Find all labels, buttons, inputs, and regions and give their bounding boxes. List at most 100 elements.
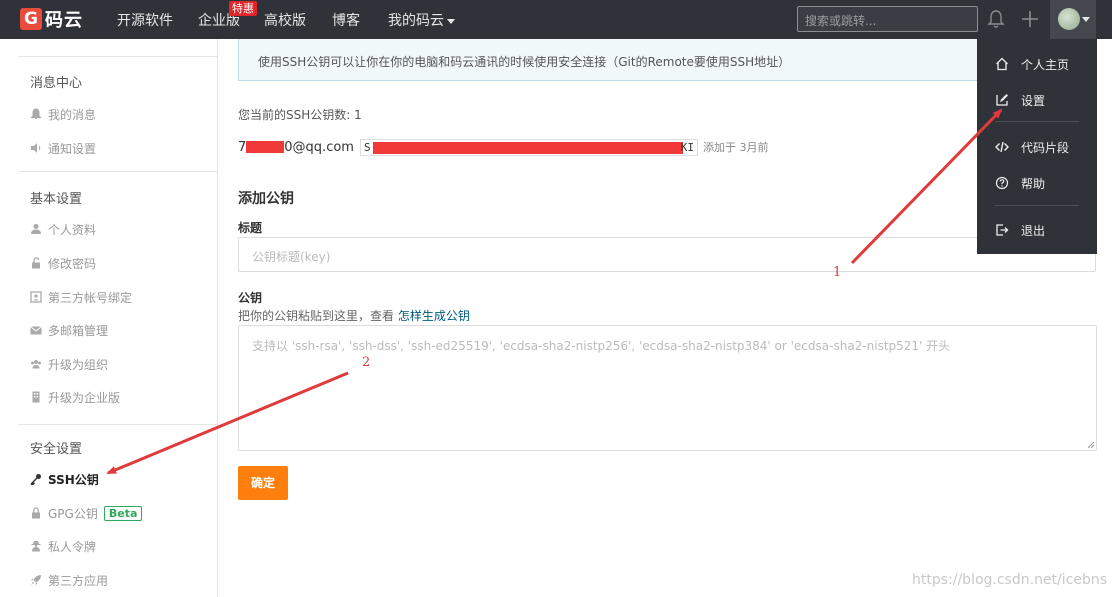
nav-blog[interactable]: 博客: [332, 10, 360, 30]
menu-item-label: 帮助: [1021, 176, 1046, 191]
sidebar-item-ssh-keys[interactable]: SSH公钥: [30, 471, 99, 487]
home-icon: [996, 57, 1008, 71]
sidebar-item-label: GPG公钥: [48, 506, 98, 521]
search-input[interactable]: 搜索或跳转...: [797, 6, 978, 32]
sidebar-item-emails[interactable]: 多邮箱管理: [30, 322, 108, 338]
nav-my-gitee-label: 我的码云: [388, 13, 444, 29]
nav-open-source[interactable]: 开源软件: [117, 10, 173, 30]
logo[interactable]: G 码云: [20, 7, 83, 31]
menu-item-snippets[interactable]: 代码片段: [995, 139, 1069, 155]
rocket-icon: [31, 575, 41, 585]
nav-university[interactable]: 高校版: [264, 10, 306, 30]
ssh-key-row: 7 0@qq.com S KI 添加于 3月前: [238, 138, 769, 156]
title-label: 标题: [238, 221, 263, 235]
key-fingerprint-start: S: [363, 140, 371, 154]
help-icon: [995, 176, 1009, 190]
key-fingerprint-end: KI: [680, 140, 694, 154]
key-icon: [30, 474, 41, 485]
chevron-down-icon: [447, 18, 455, 24]
sidebar-user-strip: [18, 39, 218, 57]
bell-icon[interactable]: [987, 9, 1005, 29]
plus-icon[interactable]: [1020, 9, 1040, 29]
sidebar-item-third-party-apps[interactable]: 第三方应用: [30, 572, 108, 588]
sidebar-item-profile[interactable]: 个人资料: [30, 221, 96, 237]
redaction-mark: [246, 141, 285, 153]
sidebar-item-label: 升级为组织: [48, 357, 109, 372]
key-email: 7 0@qq.com: [238, 140, 354, 155]
sidebar-item-gpg-keys[interactable]: GPG公钥 Beta: [30, 505, 143, 521]
section-title-messages: 消息中心: [30, 76, 83, 91]
menu-divider: [995, 205, 1079, 206]
top-nav: G 码云 开源软件 企业版 特惠 高校版 博客 我的码云 搜索或跳转...: [0, 0, 1112, 39]
sidebar-item-third-party-binding[interactable]: 第三方帐号绑定: [30, 289, 132, 305]
annotation-number-1: 1: [833, 265, 842, 280]
key-added-time: 添加于 3月前: [702, 141, 769, 154]
unlock-icon: [32, 257, 40, 269]
public-key-textarea[interactable]: 支持以 'ssh-rsa', 'ssh-dss', 'ssh-ed25519',…: [238, 325, 1097, 451]
key-hint-text: 把你的公钥粘贴到这里，查看: [238, 309, 398, 323]
sidebar-item-label: 第三方应用: [48, 573, 109, 588]
avatar: [1058, 8, 1080, 30]
sidebar-item-upgrade-org[interactable]: 升级为组织: [30, 356, 108, 372]
ssh-key-count: 您当前的SSH公钥数: 1: [238, 108, 362, 122]
sidebar-item-label: 修改密码: [48, 256, 97, 271]
sidebar-item-label: 私人令牌: [48, 539, 97, 554]
redaction-mark: [372, 141, 683, 154]
sidebar-item-label: SSH公钥: [48, 472, 99, 487]
sidebar-item-upgrade-enterprise[interactable]: 升级为企业版: [30, 389, 120, 405]
logout-icon: [996, 224, 1009, 236]
sidebar-item-private-tokens[interactable]: 私人令牌: [30, 538, 96, 554]
sidebar-item-notifications[interactable]: 通知设置: [30, 140, 96, 156]
sidebar-item-label: 第三方帐号绑定: [48, 290, 133, 305]
sidebar-item-label: 通知设置: [48, 141, 97, 156]
menu-item-label: 个人主页: [1021, 57, 1070, 72]
logo-text: 码云: [45, 10, 83, 31]
menu-item-label: 代码片段: [1021, 140, 1070, 155]
menu-item-help[interactable]: 帮助: [995, 175, 1045, 191]
key-hint: 把你的公钥粘贴到这里，查看 怎样生成公钥: [238, 307, 470, 324]
section-title-security: 安全设置: [30, 442, 83, 457]
key-email-prefix: 7: [238, 139, 247, 155]
users-icon: [31, 360, 41, 369]
resize-handle-icon[interactable]: [1086, 440, 1095, 449]
beta-badge: Beta: [103, 505, 143, 521]
user-icon: [31, 224, 41, 234]
volume-icon: [31, 143, 41, 153]
menu-item-settings[interactable]: 设置: [995, 92, 1045, 108]
public-key-placeholder: 支持以 'ssh-rsa', 'ssh-dss', 'ssh-ed25519',…: [252, 339, 951, 353]
watermark: https://blog.csdn.net/icebns: [912, 572, 1108, 588]
sidebar-item-label: 升级为企业版: [48, 390, 121, 405]
key-fingerprint: S KI: [359, 138, 698, 156]
confirm-button[interactable]: 确定: [238, 466, 288, 500]
sidebar-item-my-messages[interactable]: 我的消息: [30, 106, 96, 122]
menu-item-label: 退出: [1021, 223, 1046, 238]
settings-sidebar: 消息中心 我的消息 通知设置 基本设置 个人资料 修改密码 第三方帐号绑定 多邮…: [18, 39, 218, 597]
logo-icon: G: [20, 8, 42, 30]
sidebar-item-label: 个人资料: [48, 222, 97, 237]
menu-item-label: 设置: [1021, 93, 1046, 108]
user-menu-toggle[interactable]: [1050, 0, 1096, 39]
ssh-info-alert: 使用SSH公钥可以让你在你的电脑和码云通讯的时候使用安全连接（Git的Remot…: [238, 39, 1000, 81]
menu-item-logout[interactable]: 退出: [995, 222, 1045, 238]
menu-divider: [995, 121, 1079, 122]
edit-icon: [996, 94, 1008, 106]
lock-icon: [32, 507, 40, 519]
chevron-down-icon: [1082, 17, 1090, 22]
add-key-heading: 添加公钥: [238, 191, 294, 207]
user-dropdown-menu: 个人主页 设置 代码片段 帮助 退出: [977, 39, 1097, 254]
nav-my-gitee[interactable]: 我的码云: [388, 10, 455, 30]
sidebar-divider: [18, 171, 218, 172]
envelope-icon: [30, 326, 42, 335]
sidebar-item-label: 多邮箱管理: [48, 323, 109, 338]
sidebar-divider: [18, 424, 218, 425]
key-title-input[interactable]: 公钥标题(key): [238, 237, 1096, 272]
annotation-number-2: 2: [362, 355, 371, 370]
building-icon: [32, 391, 40, 403]
sidebar-item-password[interactable]: 修改密码: [30, 255, 96, 271]
menu-item-profile[interactable]: 个人主页: [995, 56, 1069, 72]
id-card-icon: [30, 291, 42, 303]
how-to-generate-link[interactable]: 怎样生成公钥: [398, 309, 470, 323]
user-secret-icon: [31, 541, 41, 552]
key-label: 公钥: [238, 291, 263, 305]
code-icon: [995, 141, 1009, 153]
